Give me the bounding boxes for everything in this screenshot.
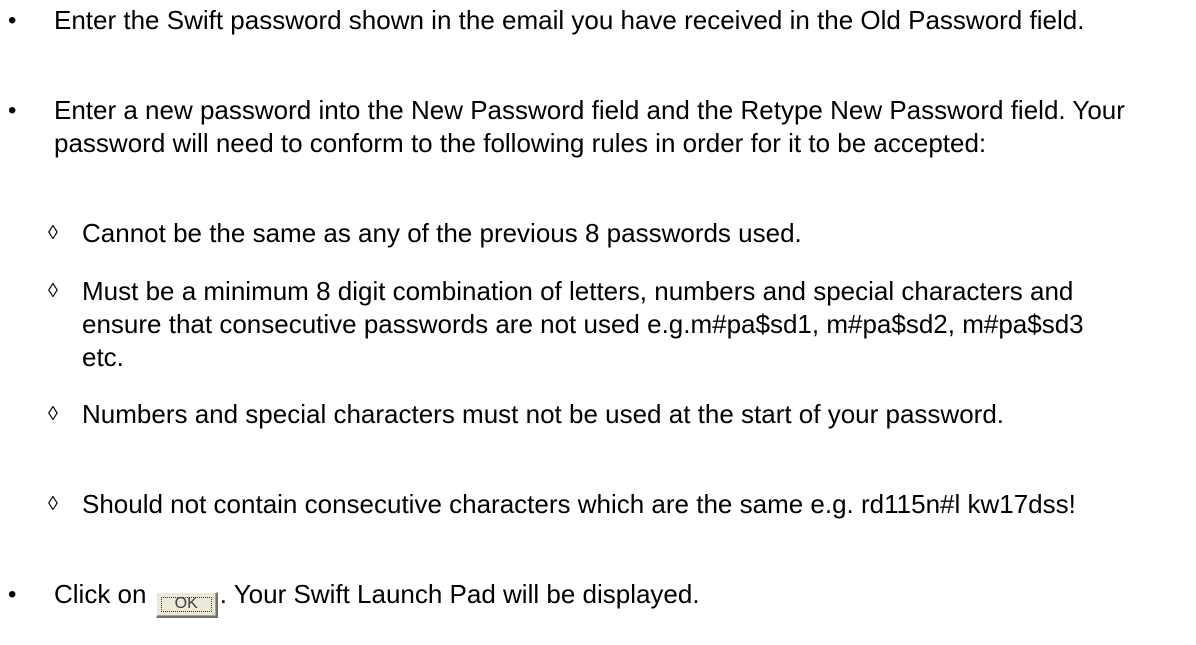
ok-button-label: OK — [174, 595, 198, 612]
rule-item-minimum-length: ◊ Must be a minimum 8 digit combination … — [48, 275, 1098, 374]
rule-text: Cannot be the same as any of the previou… — [82, 218, 802, 248]
list-item-text: Click on OK . Your Swift Launch Pad will … — [54, 578, 1158, 618]
rule-item-previous-passwords: ◊ Cannot be the same as any of the previ… — [48, 217, 1158, 250]
list-item-old-password: • Enter the Swift password shown in the … — [8, 4, 1158, 37]
rule-item-start-character: ◊ Numbers and special characters must no… — [48, 398, 1128, 431]
diamond-bullet-icon: ◊ — [48, 493, 58, 515]
rule-item-consecutive-characters: ◊ Should not contain consecutive charact… — [48, 488, 1196, 521]
rule-text: Numbers and special characters must not … — [82, 399, 1005, 429]
diamond-bullet-icon: ◊ — [48, 280, 58, 302]
ok-button[interactable]: OK — [155, 592, 218, 618]
instructions-document: • Enter the Swift password shown in the … — [0, 0, 1196, 645]
list-item-new-password: • Enter a new password into the New Pass… — [8, 94, 1128, 160]
diamond-bullet-icon: ◊ — [48, 403, 58, 425]
launch-pad-note: . Your Swift Launch Pad will be displaye… — [219, 579, 700, 609]
rule-text: Should not contain consecutive character… — [82, 489, 1076, 519]
rule-text: Must be a minimum 8 digit combination of… — [82, 276, 1084, 372]
bullet: • — [8, 97, 17, 124]
list-item-text: Enter a new password into the New Passwo… — [54, 95, 1125, 158]
bullet: • — [8, 581, 17, 608]
list-item-text: Enter the Swift password shown in the em… — [54, 5, 1085, 35]
click-on-label: Click on — [54, 579, 147, 609]
diamond-bullet-icon: ◊ — [48, 222, 58, 244]
bullet: • — [8, 7, 17, 34]
list-item-click-ok: • Click on OK . Your Swift Launch Pad wil… — [8, 578, 1158, 618]
